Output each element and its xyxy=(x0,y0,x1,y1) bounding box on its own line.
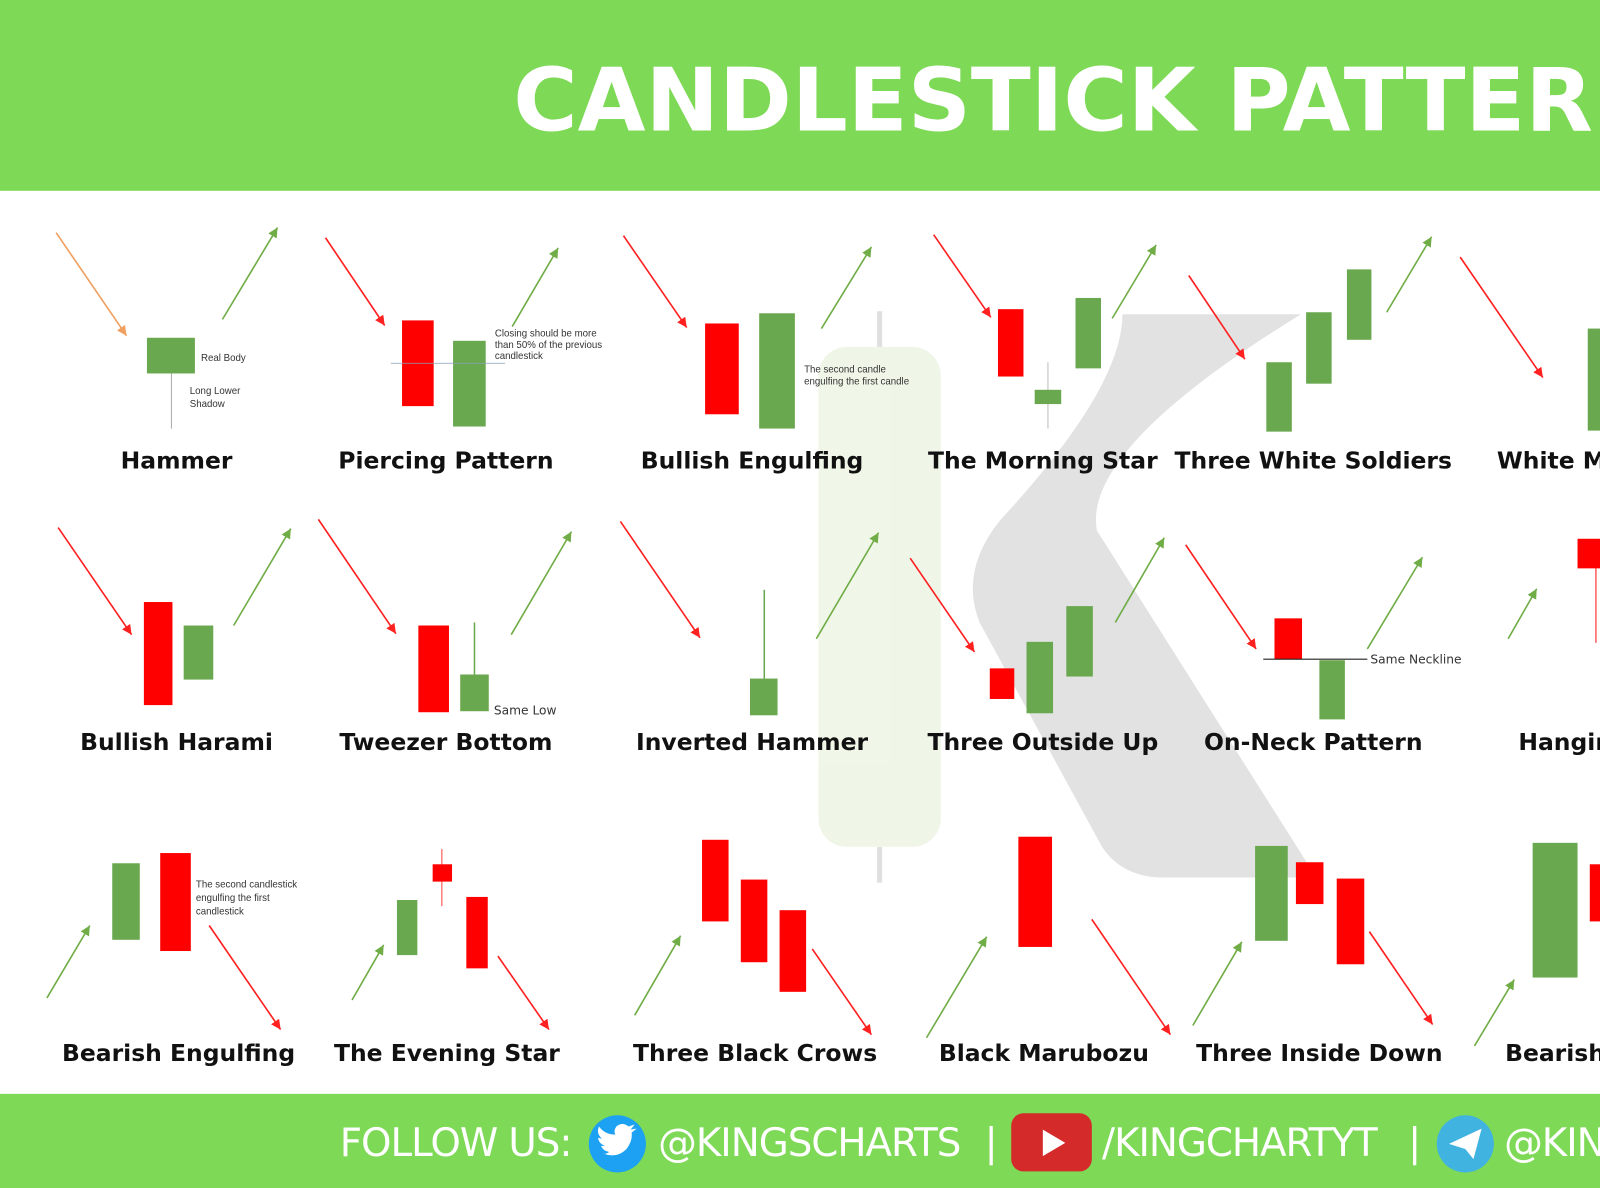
pattern-bearish-harami: Bearish xyxy=(1473,842,1600,1067)
pattern-white-marubozu: White M xyxy=(1459,256,1600,474)
svg-text:Real Body: Real Body xyxy=(201,353,246,364)
candlestick-infographic: CANDLESTICK PATTERNS Real Body Long Lowe… xyxy=(0,0,1600,1188)
telegram-handle[interactable]: @KIN xyxy=(1504,1121,1600,1166)
pattern-title: Inverted Hammer xyxy=(636,728,868,756)
pattern-title: Bearish xyxy=(1505,1039,1600,1067)
pattern-title: Bullish Harami xyxy=(80,728,273,756)
pattern-title: Three White Soldiers xyxy=(1175,446,1452,474)
pattern-three-black-crows: Three Black Crows xyxy=(633,839,877,1067)
pattern-tweezer-bottom: Same Low Tweezer Bottom xyxy=(317,518,573,756)
youtube-handle[interactable]: /KINGCHARTYT xyxy=(1102,1121,1379,1166)
separator: | xyxy=(1408,1121,1420,1166)
pattern-title: Piercing Pattern xyxy=(338,446,553,474)
pattern-three-inside-down: Three Inside Down xyxy=(1192,845,1443,1067)
pattern-title: Three Black Crows xyxy=(633,1039,877,1067)
svg-text:Same Low: Same Low xyxy=(494,703,557,717)
twitter-icon[interactable] xyxy=(588,1115,646,1173)
pattern-title: Three Inside Down xyxy=(1196,1039,1442,1067)
svg-text:The second candlestick: The second candlestick xyxy=(196,880,297,891)
svg-text:engulfing the first: engulfing the first xyxy=(196,893,270,904)
pattern-bearish-engulfing: The second candlestick engulfing the fir… xyxy=(46,853,297,1067)
svg-text:candlestick: candlestick xyxy=(196,906,244,917)
pattern-hammer: Real Body Long Lower Shadow Hammer xyxy=(55,227,279,474)
pattern-title: Hangin xyxy=(1518,728,1600,756)
svg-text:engulfing the first candle: engulfing the first candle xyxy=(804,377,909,388)
page-title: CANDLESTICK PATTERNS xyxy=(513,50,1600,152)
twitter-handle[interactable]: @KINGSCHARTS xyxy=(658,1121,961,1166)
pattern-on-neck: Same Neckline On-Neck Pattern xyxy=(1185,544,1462,756)
svg-text:Long Lower: Long Lower xyxy=(190,386,241,397)
pattern-title: Tweezer Bottom xyxy=(339,728,552,756)
pattern-title: White M xyxy=(1497,446,1600,474)
pattern-title: Three Outside Up xyxy=(927,728,1158,756)
pattern-bullish-harami: Bullish Harami xyxy=(57,527,292,756)
svg-text:Shadow: Shadow xyxy=(190,399,226,410)
pattern-title: The Evening Star xyxy=(334,1039,560,1067)
separator: | xyxy=(985,1121,997,1166)
svg-text:Closing should be more: Closing should be more xyxy=(495,329,597,340)
follow-label: FOLLOW US: xyxy=(340,1121,572,1166)
pattern-piercing: Closing should be more than 50% of the p… xyxy=(324,237,602,474)
pattern-title: Bearish Engulfing xyxy=(62,1039,295,1067)
telegram-icon[interactable] xyxy=(1436,1115,1494,1173)
watermark-logo xyxy=(818,311,1317,883)
pattern-title: On-Neck Pattern xyxy=(1204,728,1423,756)
pattern-title: Bullish Engulfing xyxy=(641,446,864,474)
pattern-hanging-man: Hangin xyxy=(1507,538,1600,756)
svg-text:Same Neckline: Same Neckline xyxy=(1370,652,1461,666)
pattern-title: Hammer xyxy=(121,446,233,474)
pattern-title: Black Marubozu xyxy=(939,1039,1149,1067)
pattern-title: The Morning Star xyxy=(928,446,1158,474)
svg-text:candlestick: candlestick xyxy=(495,351,543,362)
youtube-icon[interactable] xyxy=(1011,1113,1092,1172)
svg-text:than 50% of the previous: than 50% of the previous xyxy=(495,340,602,351)
pattern-evening-star: The Evening Star xyxy=(334,848,560,1067)
svg-text:The second candle: The second candle xyxy=(804,364,886,375)
